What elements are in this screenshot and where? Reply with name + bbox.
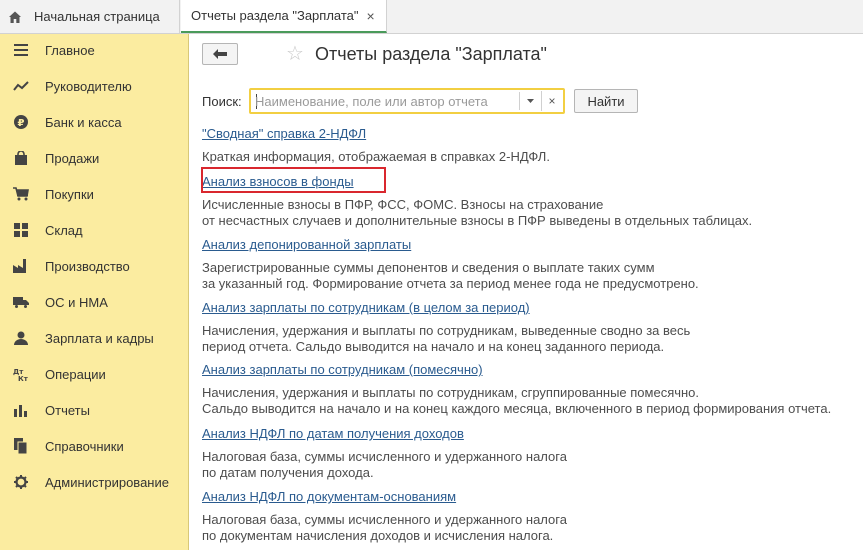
close-icon[interactable]: × [367, 8, 375, 24]
sidebar-item-label: Руководителю [45, 78, 132, 94]
arrow-left-icon [213, 49, 227, 59]
cart-icon [13, 186, 29, 202]
sidebar-item-label: Операции [45, 366, 106, 382]
report-item: "Сводная" справка 2-НДФЛ Краткая информа… [202, 126, 862, 165]
search-input[interactable] [255, 92, 517, 110]
books-icon [13, 438, 29, 454]
report-link[interactable]: Анализ зарплаты по сотрудникам (в целом … [202, 300, 530, 316]
report-description: период отчета. Сальдо выводится на начал… [202, 339, 665, 354]
home-icon [9, 11, 21, 23]
tab-home[interactable]: Начальная страница [0, 0, 180, 33]
report-item: Анализ НДФЛ по документам-основаниям Нал… [202, 489, 862, 544]
sidebar-item-references[interactable]: Справочники [0, 432, 188, 460]
back-button[interactable] [202, 43, 238, 65]
report-description: Начисления, удержания и выплаты по сотру… [202, 323, 691, 338]
sidebar-item-production[interactable]: Производство [0, 252, 188, 280]
sidebar-item-fixed-assets[interactable]: ОС и НМА [0, 288, 188, 316]
report-description: Зарегистрированные суммы депонентов и св… [202, 260, 655, 275]
sidebar-item-label: Производство [45, 258, 130, 274]
sidebar-item-label: Справочники [45, 438, 124, 454]
report-link[interactable]: Анализ НДФЛ по датам получения доходов [202, 426, 464, 442]
report-description: за указанный год. Формирование отчета за… [202, 276, 699, 291]
find-button[interactable]: Найти [574, 89, 638, 113]
sidebar-item-label: Главное [45, 42, 95, 58]
report-link[interactable]: Анализ НДФЛ по документам-основаниям [202, 489, 456, 505]
sidebar-item-main[interactable]: Главное [0, 36, 188, 64]
sidebar-item-label: Банк и касса [45, 114, 122, 130]
sidebar-item-label: Продажи [45, 150, 100, 166]
sidebar-item-label: ОС и НМА [45, 294, 108, 310]
bar-chart-icon [13, 402, 29, 418]
truck-icon [13, 294, 29, 310]
menu-lines-icon [13, 42, 29, 58]
page-title: Отчеты раздела "Зарплата" [315, 44, 547, 64]
report-description: Сальдо выводится на начало и на конец ка… [202, 401, 832, 416]
close-icon: × [548, 94, 556, 108]
sidebar-item-salary-hr[interactable]: Зарплата и кадры [0, 324, 188, 352]
tab-bar: Начальная страница Отчеты раздела "Зарпл… [0, 0, 863, 34]
search-dropdown-button[interactable] [519, 92, 540, 110]
report-item: Анализ депонированной зарплаты Зарегистр… [202, 237, 862, 292]
report-item: Анализ зарплаты по сотрудникам (в целом … [202, 300, 862, 355]
report-description: по датам получения дохода. [202, 465, 374, 480]
report-description: Краткая информация, отображаемая в справ… [202, 149, 550, 164]
report-description: Исчисленные взносы в ПФР, ФСС, ФОМС. Взн… [202, 197, 604, 212]
report-link[interactable]: "Сводная" справка 2-НДФЛ [202, 126, 366, 142]
tab-home-label: Начальная страница [34, 9, 160, 24]
main-content: ☆ Отчеты раздела "Зарплата" Поиск: × Най… [190, 34, 863, 550]
report-link[interactable]: Анализ зарплаты по сотрудникам (помесячн… [202, 362, 483, 378]
person-icon [13, 330, 29, 346]
report-item: Анализ НДФЛ по датам получения доходов Н… [202, 426, 862, 481]
report-description: Налоговая база, суммы исчисленного и уде… [202, 512, 567, 527]
sidebar-item-label: Администрирование [45, 474, 169, 490]
sidebar-item-operations[interactable]: Дт Кт Операции [0, 360, 188, 388]
shopping-bag-icon [13, 150, 29, 166]
sidebar-item-label: Зарплата и кадры [45, 330, 154, 346]
chevron-down-icon [526, 99, 534, 103]
favorite-star-icon[interactable]: ☆ [286, 43, 304, 65]
sidebar-item-label: Покупки [45, 186, 94, 202]
sidebar-item-warehouse[interactable]: Склад [0, 216, 188, 244]
report-item: Анализ зарплаты по сотрудникам (помесячн… [202, 362, 862, 417]
sidebar-item-sales[interactable]: Продажи [0, 144, 188, 172]
report-description: Начисления, удержания и выплаты по сотру… [202, 385, 700, 400]
sidebar-item-reports[interactable]: Отчеты [0, 396, 188, 424]
search-clear-button[interactable]: × [541, 91, 562, 111]
report-item-highlighted: Анализ взносов в фонды Исчисленные взнос… [201, 167, 862, 229]
factory-icon [13, 258, 29, 274]
report-link[interactable]: Анализ депонированной зарплаты [202, 237, 411, 253]
report-description: от несчастных случаев и дополнительные в… [202, 213, 753, 228]
report-description: Налоговая база, суммы исчисленного и уде… [202, 449, 567, 464]
trend-icon [13, 78, 29, 94]
search-label: Поиск: [202, 94, 242, 109]
sidebar-item-bank[interactable]: ₽ Банк и касса [0, 108, 188, 136]
tab-salary-reports[interactable]: Отчеты раздела "Зарплата" × [181, 0, 387, 33]
gear-icon [13, 474, 29, 490]
sidebar-item-manager[interactable]: Руководителю [0, 72, 188, 100]
sidebar-item-label: Отчеты [45, 402, 90, 418]
sidebar-item-label: Склад [45, 222, 83, 238]
svg-text:Кт: Кт [18, 375, 29, 381]
report-link[interactable]: Анализ взносов в фонды [202, 174, 354, 190]
svg-text:₽: ₽ [18, 118, 25, 129]
search-box: × [249, 88, 565, 114]
tab-salary-reports-label: Отчеты раздела "Зарплата" [191, 8, 359, 23]
debit-credit-icon: Дт Кт [13, 366, 29, 382]
grid-icon [13, 222, 29, 238]
ruble-icon: ₽ [13, 114, 29, 130]
sidebar-item-purchases[interactable]: Покупки [0, 180, 188, 208]
sidebar-item-administration[interactable]: Администрирование [0, 468, 188, 496]
sidebar: Главное Руководителю ₽ Банк и касса Прод… [0, 34, 189, 550]
report-description: по документам начисления доходов и исчис… [202, 528, 554, 543]
